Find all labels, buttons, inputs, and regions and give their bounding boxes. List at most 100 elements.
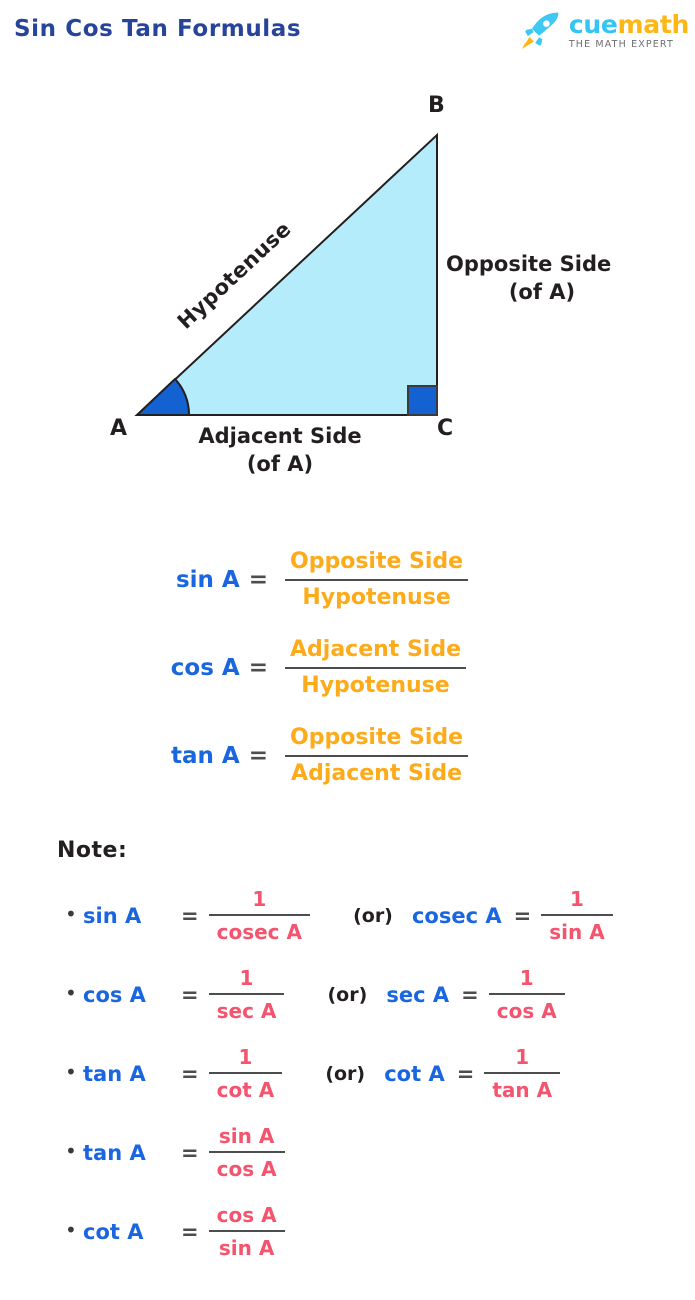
alt-equals-sign: = [513, 903, 532, 928]
note-row-cot-cossin: • cot A = cos A sin A [0, 1192, 695, 1271]
main-formula-list: sin A = Opposite Side Hypotenuse cos A = A… [0, 536, 695, 800]
logo-text: cuemath THE MATH EXPERT [569, 12, 689, 50]
fraction-denominator: cos A [496, 999, 557, 1023]
formula-lhs: tan A = [0, 743, 268, 769]
fraction-numerator: 1 [515, 1045, 530, 1069]
fraction-bar [208, 1072, 283, 1074]
note-function-name: tan A [83, 1140, 146, 1165]
note-fraction: 1 sec A [208, 966, 285, 1023]
alt-equals-sign: = [461, 982, 479, 1007]
formula-lhs: sin A = [0, 567, 268, 593]
note-function-name: cot A [83, 1219, 144, 1244]
note-fraction: sin A cos A [208, 1124, 285, 1181]
or-separator: (or) [325, 1062, 366, 1085]
fraction-denominator: Hypotenuse [301, 672, 450, 698]
formula-fraction: Adjacent Side Hypotenuse [285, 636, 467, 700]
note-row-cos-sec: • cos A = 1 sec A (or) sec A = 1 cos A [0, 955, 695, 1034]
formula-fraction: Opposite Side Hypotenuse [285, 548, 469, 612]
fraction-numerator: 1 [239, 966, 254, 990]
note-function-name: sin A [83, 903, 142, 928]
equals-sign: = [248, 743, 268, 769]
formula-function-name: tan A [171, 743, 240, 769]
fraction-bar [285, 578, 469, 581]
fraction-denominator: tan A [492, 1078, 553, 1102]
equals-sign: = [248, 655, 268, 681]
opposite-side-line1: Opposite Side [446, 252, 612, 276]
list-bullet: • [65, 1060, 77, 1084]
fraction-denominator: cot A [216, 1078, 275, 1102]
fraction-bar [285, 754, 469, 757]
fraction-numerator: sin A [218, 1124, 275, 1148]
formula-function-name: sin A [175, 567, 240, 593]
note-row-tan-cot: • tan A = 1 cot A (or) cot A = 1 tan A [0, 1034, 695, 1113]
fraction-bar [484, 1072, 561, 1074]
vertex-label-b: B [428, 93, 445, 118]
fraction-denominator: Hypotenuse [302, 584, 451, 610]
adjacent-side-line1: Adjacent Side [198, 424, 362, 448]
fraction-bar [208, 1230, 285, 1232]
triangle-shape [134, 132, 438, 416]
fraction-bar [541, 914, 613, 916]
list-bullet: • [65, 1218, 77, 1242]
note-alt-function-name: sec A [386, 982, 450, 1007]
logo-cue: cue [568, 10, 618, 40]
fraction-bar [208, 914, 310, 916]
or-separator: (or) [327, 983, 368, 1006]
equals-sign: = [181, 1061, 199, 1086]
formula-row-sin: sin A = Opposite Side Hypotenuse [0, 536, 695, 624]
fraction-denominator: Adjacent Side [291, 760, 463, 786]
note-alt-fraction: 1 sin A [541, 887, 613, 944]
note-function-name: cos A [83, 982, 146, 1007]
or-separator: (or) [353, 904, 393, 927]
fraction-bar [488, 993, 565, 995]
logo-tagline: THE MATH EXPERT [568, 39, 674, 51]
adjacent-side-line2: (of A) [246, 452, 314, 477]
fraction-numerator: 1 [252, 887, 267, 911]
page-header: Sin Cos Tan Formulas cuemath THE MATH EX… [0, 0, 695, 66]
fraction-numerator: cos A [216, 1203, 277, 1227]
equals-sign: = [181, 982, 199, 1007]
note-list: • sin A = 1 cosec A (or) cosec A = 1 sin… [0, 876, 695, 1271]
formula-row-cos: cos A = Adjacent Side Hypotenuse [0, 624, 695, 712]
note-alt-fraction: 1 tan A [484, 1045, 561, 1102]
note-alt-fraction: 1 cos A [488, 966, 565, 1023]
note-fraction: 1 cosec A [208, 887, 310, 944]
note-alt-function-name: cot A [384, 1061, 445, 1086]
right-triangle-diagram: B A C Hypotenuse Opposite Side (of A) Ad… [0, 72, 695, 492]
rocket-icon [521, 12, 559, 49]
equals-sign: = [181, 1219, 199, 1244]
opposite-side-label: Opposite Side (of A) [446, 250, 686, 307]
formula-lhs: cos A = [0, 655, 268, 681]
equals-sign: = [181, 903, 199, 928]
list-bullet: • [65, 902, 77, 926]
note-heading: Note: [57, 838, 128, 863]
fraction-denominator: cos A [216, 1157, 277, 1181]
note-function-name: tan A [83, 1061, 146, 1086]
fraction-denominator: sec A [216, 999, 277, 1023]
vertex-label-a: A [110, 416, 128, 441]
note-alt-function-name: cosec A [411, 903, 502, 928]
list-bullet: • [65, 1139, 77, 1163]
formula-function-name: cos A [170, 655, 240, 681]
fraction-numerator: Adjacent Side [290, 636, 462, 662]
fraction-numerator: Opposite Side [290, 548, 464, 574]
fraction-denominator: sin A [218, 1236, 275, 1260]
equals-sign: = [181, 1140, 199, 1165]
vertex-label-c: C [437, 416, 454, 441]
page-title: Sin Cos Tan Formulas [14, 16, 302, 42]
cuemath-logo: cuemath THE MATH EXPERT [518, 8, 689, 54]
note-fraction: 1 cot A [208, 1045, 283, 1102]
formula-row-tan: tan A = Opposite Side Adjacent Side [0, 712, 695, 800]
right-angle-marker [407, 385, 438, 416]
note-row-sin-cosec: • sin A = 1 cosec A (or) cosec A = 1 sin… [0, 876, 695, 955]
note-row-tan-sincos: • tan A = sin A cos A [0, 1113, 695, 1192]
logo-math: math [617, 10, 690, 40]
fraction-numerator: 1 [519, 966, 534, 990]
fraction-denominator: sin A [549, 920, 605, 944]
formula-fraction: Opposite Side Adjacent Side [285, 725, 469, 788]
fraction-denominator: cosec A [216, 920, 302, 944]
fraction-bar [208, 993, 285, 995]
logo-wordmark: cuemath [569, 12, 689, 37]
adjacent-side-label: Adjacent Side (of A) [168, 422, 392, 479]
alt-equals-sign: = [456, 1061, 475, 1086]
